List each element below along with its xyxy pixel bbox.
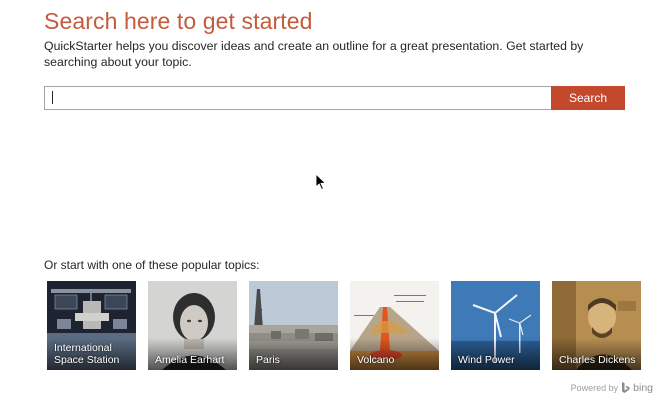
popular-topics-heading: Or start with one of these popular topic… [44, 258, 260, 272]
topic-tile-wind-power[interactable]: Wind Power [451, 281, 540, 370]
topic-tile-paris[interactable]: Paris [249, 281, 338, 370]
topic-label: Volcano [357, 354, 395, 366]
topic-tile-international-space-station[interactable]: International Space Station [47, 281, 136, 370]
page-description: QuickStarter helps you discover ideas an… [44, 39, 584, 69]
topic-tile-amelia-earhart[interactable]: Amelia Earhart [148, 281, 237, 370]
popular-topics-list: International Space Station Amelia Earha… [47, 281, 647, 370]
topic-label: Amelia Earhart [155, 354, 225, 366]
mouse-pointer-icon [315, 173, 327, 191]
topic-label: Paris [256, 354, 280, 366]
powered-by-bing: Powered by bing [571, 382, 653, 394]
bing-brand-text: bing [633, 382, 653, 394]
text-caret [52, 91, 53, 104]
page-title: Search here to get started [44, 8, 313, 34]
topic-tile-volcano[interactable]: Volcano [350, 281, 439, 370]
search-input[interactable] [44, 86, 551, 110]
topic-label: International Space Station [54, 342, 120, 366]
powered-by-text: Powered by [570, 383, 619, 393]
bing-logo-icon [622, 382, 630, 393]
topic-tile-charles-dickens[interactable]: Charles Dickens [552, 281, 641, 370]
search-bar: Search [44, 86, 625, 110]
topic-label: Charles Dickens [559, 354, 636, 366]
search-button[interactable]: Search [551, 86, 625, 110]
topic-label: Wind Power [458, 354, 515, 366]
